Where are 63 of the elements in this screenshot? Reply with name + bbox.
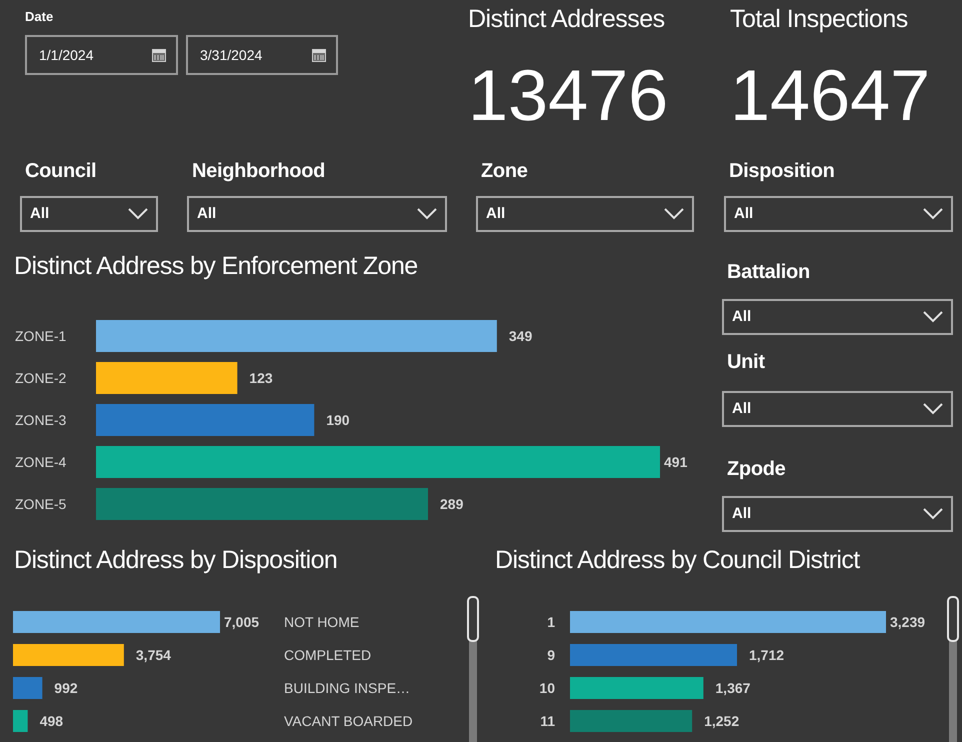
slicer-label: Zone (480, 159, 529, 184)
slicer-label: Battalion (726, 260, 811, 285)
category-label: ZONE-5 (15, 496, 66, 512)
scrollbar[interactable] (467, 596, 479, 742)
chevron-down-icon (923, 403, 943, 415)
category-label: COMPLETED (284, 647, 372, 663)
scrollbar[interactable] (947, 596, 959, 742)
value-label: 289 (440, 496, 464, 512)
category-label: ZONE-3 (15, 412, 66, 428)
value-label: 498 (40, 713, 64, 729)
value-label: 491 (664, 454, 688, 470)
category-label: 10 (539, 680, 555, 696)
bar (13, 677, 42, 699)
dropdown[interactable]: All (476, 196, 694, 232)
category-label: 11 (540, 713, 555, 729)
calendar-icon (152, 48, 166, 62)
category-label: BUILDING INSPE… (284, 680, 410, 696)
slicer-label: Unit (726, 350, 766, 375)
category-label: ZONE-1 (15, 328, 66, 344)
value-label: 123 (249, 370, 273, 386)
category-label: NOT HOME (284, 614, 360, 630)
value-label: 7,005 (224, 614, 260, 630)
chart-title: Distinct Address by Disposition (13, 545, 338, 576)
chevron-down-icon (923, 311, 943, 323)
value-label: 3,239 (890, 614, 926, 630)
chart-title: Distinct Address by Council District (494, 545, 861, 576)
slicer-label: Council (24, 159, 98, 184)
slicer-label: Disposition (728, 159, 836, 184)
chevron-down-icon (923, 208, 943, 220)
card-value: 14647 (730, 56, 930, 136)
chevron-down-icon (417, 208, 437, 220)
slicer-label: Neighborhood (191, 159, 326, 184)
bar (13, 710, 28, 732)
dropdown[interactable]: All (187, 196, 447, 232)
chevron-down-icon (128, 208, 148, 220)
category-label: 1 (547, 614, 555, 630)
dropdown[interactable]: All (20, 196, 158, 232)
date-field[interactable]: 3/31/2024 (186, 35, 338, 75)
dropdown[interactable]: All (722, 496, 953, 532)
value-label: 3,754 (136, 647, 171, 663)
card-title: Total Inspections (730, 4, 908, 34)
value-label: 190 (326, 412, 350, 428)
dropdown[interactable]: All (722, 299, 953, 335)
value-label: 349 (508, 328, 532, 344)
value-label: 1,252 (704, 713, 740, 729)
category-label: ZONE-2 (15, 370, 66, 386)
value-label: 1,712 (749, 647, 784, 663)
card-value: 13476 (468, 56, 668, 136)
category-label: 9 (547, 647, 555, 663)
date-field[interactable]: 1/1/2024 (25, 35, 178, 75)
value-label: 1,367 (715, 680, 750, 696)
value-label: 992 (54, 680, 78, 696)
category-label: VACANT BOARDED (284, 713, 413, 729)
chart-title: Distinct Address by Enforcement Zone (13, 251, 419, 282)
category-label: ZONE-4 (15, 454, 66, 470)
chevron-down-icon (923, 508, 943, 520)
calendar-icon (312, 48, 326, 62)
dropdown[interactable]: All (724, 196, 953, 232)
slicer-label: Date (25, 10, 54, 23)
card-title: Distinct Addresses (468, 4, 665, 34)
slicer-label: Zpode (726, 457, 786, 482)
chevron-down-icon (664, 208, 684, 220)
dropdown[interactable]: All (722, 391, 953, 427)
